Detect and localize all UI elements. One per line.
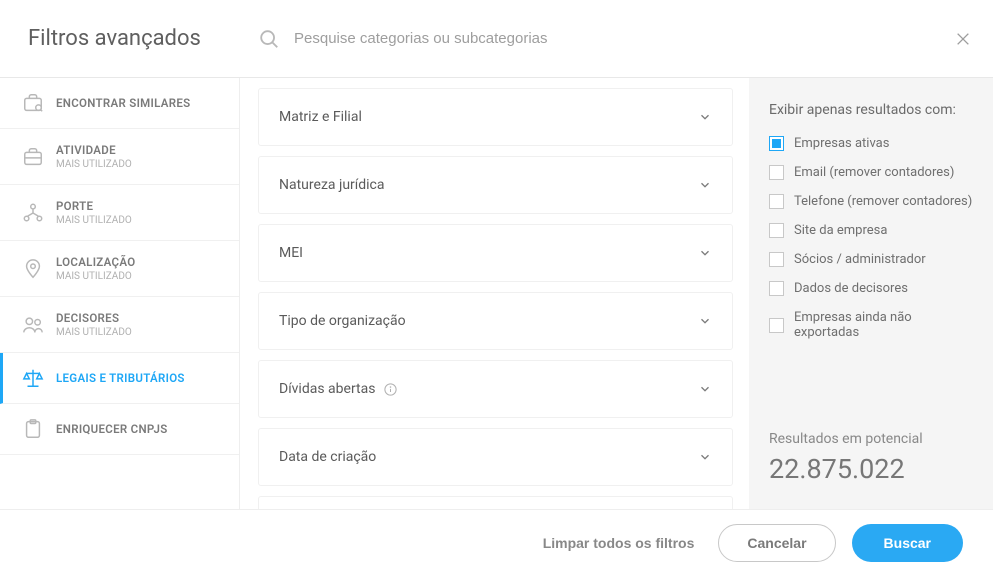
check-decisores[interactable]: Dados de decisores (769, 281, 973, 296)
checkbox-icon (769, 318, 784, 333)
sidebar-item-decisores[interactable]: DECISORES MAIS UTILIZADO (0, 297, 239, 353)
panel-title: Exibir apenas resultados com: (769, 102, 973, 118)
accordion-label: Tipo de organização (279, 313, 406, 329)
close-button[interactable] (933, 31, 993, 47)
close-icon (955, 31, 971, 47)
sidebar-item-label: ENCONTRAR SIMILARES (56, 96, 190, 110)
result-value: 22.875.022 (769, 453, 973, 485)
checkbox-label: Dados de decisores (794, 281, 908, 296)
check-nao-exportadas[interactable]: Empresas ainda não exportadas (769, 310, 973, 340)
header: Filtros avançados (0, 0, 993, 78)
accordion-situacao-simples[interactable]: Situação modalidade simples (258, 496, 733, 509)
accordion-dividas-abertas[interactable]: Dívidas abertas (258, 360, 733, 418)
checkbox-label: Empresas ainda não exportadas (794, 310, 973, 340)
search-icon (258, 28, 280, 50)
org-icon (22, 202, 44, 224)
checkbox-icon (769, 252, 784, 267)
sidebar-item-sublabel: MAIS UTILIZADO (56, 327, 132, 338)
sidebar-item-label: PORTE (56, 199, 132, 213)
chevron-down-icon (698, 178, 712, 192)
chevron-down-icon (698, 450, 712, 464)
cancel-button[interactable]: Cancelar (718, 524, 835, 562)
sidebar-item-label: ATIVIDADE (56, 143, 132, 157)
sidebar-item-label: LEGAIS E TRIBUTÁRIOS (56, 371, 185, 385)
page-title: Filtros avançados (0, 26, 240, 51)
sidebar-item-label: DECISORES (56, 311, 132, 325)
check-site[interactable]: Site da empresa (769, 223, 973, 238)
accordion-data-criacao[interactable]: Data de criação (258, 428, 733, 486)
accordion-label: Dívidas abertas (279, 381, 375, 397)
search-input[interactable] (294, 30, 933, 47)
accordion-label: Natureza jurídica (279, 177, 385, 193)
accordion-matriz-filial[interactable]: Matriz e Filial (258, 88, 733, 146)
sidebar-item-legais-tributarios[interactable]: LEGAIS E TRIBUTÁRIOS (0, 353, 239, 404)
sidebar-item-encontrar-similares[interactable]: ENCONTRAR SIMILARES (0, 78, 239, 129)
check-socios[interactable]: Sócios / administrador (769, 252, 973, 267)
footer: Limpar todos os filtros Cancelar Buscar (0, 509, 993, 575)
chevron-down-icon (698, 246, 712, 260)
check-email[interactable]: Email (remover contadores) (769, 165, 973, 180)
sidebar-item-atividade[interactable]: ATIVIDADE MAIS UTILIZADO (0, 129, 239, 185)
chevron-down-icon (698, 314, 712, 328)
sidebar-item-porte[interactable]: PORTE MAIS UTILIZADO (0, 185, 239, 241)
check-telefone[interactable]: Telefone (remover contadores) (769, 194, 973, 209)
checkbox-icon (769, 281, 784, 296)
checkbox-label: Empresas ativas (794, 136, 889, 151)
sidebar-item-enriquecer-cnpjs[interactable]: ENRIQUECER CNPJS (0, 404, 239, 455)
briefcase-icon (22, 146, 44, 168)
result-label: Resultados em potencial (769, 431, 973, 447)
search-field[interactable] (240, 28, 933, 50)
checkbox-icon (769, 136, 784, 151)
sidebar-item-sublabel: MAIS UTILIZADO (56, 159, 132, 170)
accordion-natureza-juridica[interactable]: Natureza jurídica (258, 156, 733, 214)
sidebar-item-label: ENRIQUECER CNPJS (56, 422, 168, 436)
filters-list: Matriz e Filial Natureza jurídica MEI Ti… (240, 78, 749, 509)
results-panel: Exibir apenas resultados com: Empresas a… (749, 78, 993, 509)
checkbox-icon (769, 165, 784, 180)
map-pin-icon (22, 258, 44, 280)
checkbox-label: Telefone (remover contadores) (794, 194, 972, 209)
accordion-tipo-organizacao[interactable]: Tipo de organização (258, 292, 733, 350)
info-icon (383, 382, 398, 397)
clear-filters-button[interactable]: Limpar todos os filtros (543, 535, 695, 551)
accordion-label: Matriz e Filial (279, 109, 362, 125)
accordion-label: Data de criação (279, 449, 376, 465)
check-empresas-ativas[interactable]: Empresas ativas (769, 136, 973, 151)
briefcase-search-icon (22, 92, 44, 114)
checkbox-label: Site da empresa (794, 223, 887, 238)
search-button[interactable]: Buscar (852, 524, 963, 562)
accordion-label: MEI (279, 245, 303, 261)
clipboard-icon (22, 418, 44, 440)
users-icon (22, 314, 44, 336)
chevron-down-icon (698, 382, 712, 396)
sidebar-item-sublabel: MAIS UTILIZADO (56, 215, 132, 226)
checkbox-label: Email (remover contadores) (794, 165, 954, 180)
chevron-down-icon (698, 110, 712, 124)
checkbox-icon (769, 223, 784, 238)
sidebar-item-sublabel: MAIS UTILIZADO (56, 271, 135, 282)
sidebar-item-localizacao[interactable]: LOCALIZAÇÃO MAIS UTILIZADO (0, 241, 239, 297)
accordion-mei[interactable]: MEI (258, 224, 733, 282)
sidebar: ENCONTRAR SIMILARES ATIVIDADE MAIS UTILI… (0, 78, 240, 509)
scale-icon (22, 367, 44, 389)
checkbox-icon (769, 194, 784, 209)
checkbox-label: Sócios / administrador (794, 252, 926, 267)
sidebar-item-label: LOCALIZAÇÃO (56, 255, 135, 269)
